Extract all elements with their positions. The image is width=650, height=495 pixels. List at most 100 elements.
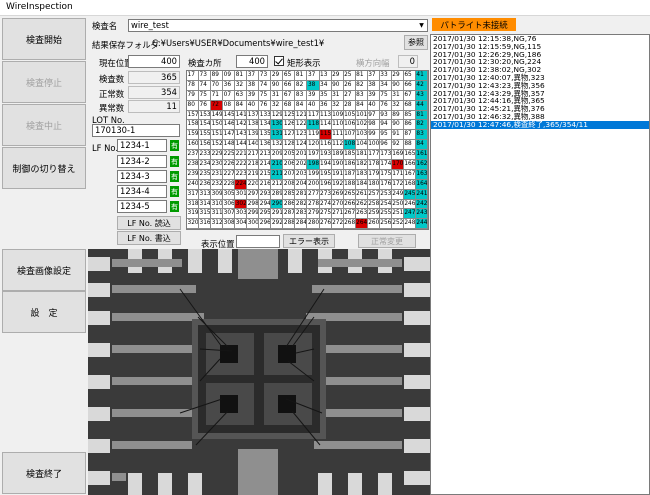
grid-cell[interactable]: 32 — [391, 100, 404, 111]
grid-cell[interactable]: 32 — [235, 80, 248, 91]
grid-cell[interactable]: 254 — [379, 199, 392, 210]
log-item[interactable]: 2017/01/30 12:47:46,検査終了,365/354/11 — [431, 120, 649, 129]
grid-cell[interactable]: 102 — [355, 120, 368, 131]
grid-cell[interactable]: 285 — [283, 189, 296, 200]
grid-cell[interactable]: 320 — [187, 219, 200, 229]
grid-cell[interactable]: 189 — [331, 150, 344, 161]
grid-cell[interactable]: 211 — [271, 169, 284, 180]
image-settings-button[interactable]: 検査画像設定 — [2, 249, 86, 291]
grid-cell[interactable]: 85 — [403, 110, 416, 121]
grid-cell[interactable]: 90 — [331, 80, 344, 91]
grid-cell[interactable]: 104 — [355, 140, 368, 151]
grid-cell[interactable]: 271 — [331, 209, 344, 220]
grid-cell[interactable]: 283 — [295, 209, 308, 220]
grid-cell[interactable]: 97 — [367, 110, 380, 121]
grid-cell[interactable]: 214 — [259, 160, 272, 170]
grid-cell[interactable]: 198 — [307, 160, 320, 170]
grid-cell[interactable]: 302 — [235, 199, 248, 210]
grid-cell[interactable]: 177 — [367, 150, 380, 161]
grid-cell[interactable]: 65 — [283, 71, 296, 81]
grid-cell[interactable]: 291 — [271, 209, 284, 220]
grid-cell[interactable]: 270 — [331, 199, 344, 210]
grid-cell[interactable]: 91 — [391, 130, 404, 141]
grid-cell[interactable]: 124 — [295, 140, 308, 151]
grid-cell[interactable]: 381 — [235, 229, 247, 230]
grid-cell[interactable]: 337 — [368, 229, 380, 230]
grid-cell[interactable]: 25 — [343, 71, 356, 81]
grid-cell[interactable]: 223 — [235, 169, 248, 180]
grid-cell[interactable]: 43 — [415, 90, 428, 101]
grid-cell[interactable]: 107 — [343, 130, 356, 141]
grid-cell[interactable]: 76 — [379, 100, 392, 111]
grid-cell[interactable]: 245 — [403, 189, 416, 200]
grid-cell[interactable]: 246 — [403, 199, 416, 210]
grid-cell[interactable]: 221 — [235, 150, 248, 161]
grid-cell[interactable]: 07 — [223, 90, 236, 101]
grid-cell[interactable]: 264 — [355, 219, 368, 229]
grid-cell[interactable]: 74 — [259, 80, 272, 91]
grid-cell[interactable]: 267 — [343, 209, 356, 220]
grid-cell[interactable]: 08 — [223, 100, 236, 111]
grid-cell[interactable]: 41 — [415, 71, 428, 81]
grid-cell[interactable]: 295 — [259, 209, 272, 220]
grid-cell[interactable]: 70 — [211, 80, 224, 91]
grid-cell[interactable]: 272 — [331, 219, 344, 229]
grid-cell[interactable]: 31 — [271, 90, 284, 101]
grid-cell[interactable]: 66 — [403, 80, 416, 91]
grid-cell[interactable]: 32 — [271, 100, 284, 111]
grid-cell[interactable]: 192 — [331, 179, 344, 190]
grid-cell[interactable]: 369 — [271, 229, 283, 230]
grid-cell[interactable]: 257 — [367, 189, 380, 200]
grid-cell[interactable]: 142 — [235, 120, 248, 131]
grid-cell[interactable]: 174 — [379, 160, 392, 170]
grid-cell[interactable]: 208 — [283, 179, 296, 190]
grid-cell[interactable]: 266 — [343, 199, 356, 210]
grid-cell[interactable]: 121 — [295, 110, 308, 121]
grid-cell[interactable]: 196 — [319, 179, 332, 190]
grid-cell[interactable]: 92 — [391, 140, 404, 151]
grid-cell[interactable]: 108 — [343, 140, 356, 151]
grid-cell[interactable]: 252 — [391, 219, 404, 229]
grid-cell[interactable]: 353 — [320, 229, 332, 230]
grid-cell[interactable]: 159 — [187, 130, 200, 141]
grid-cell[interactable]: 122 — [295, 120, 308, 131]
grid-cell[interactable]: 269 — [331, 189, 344, 200]
grid-cell[interactable]: 90 — [271, 80, 284, 91]
grid-cell[interactable]: 131 — [271, 130, 284, 141]
grid-cell[interactable]: 184 — [355, 179, 368, 190]
grid-cell[interactable]: 75 — [259, 90, 272, 101]
grid-cell[interactable]: 286 — [283, 199, 296, 210]
grid-cell[interactable]: 273 — [319, 189, 332, 200]
grid-cell[interactable]: 235 — [199, 169, 212, 180]
lf-read-button[interactable]: LF No. 読込 — [117, 216, 181, 230]
grid-cell[interactable]: 181 — [355, 150, 368, 161]
grid-cell[interactable]: 81 — [355, 71, 368, 81]
grid-cell[interactable]: 143 — [235, 130, 248, 141]
grid-cell[interactable]: 195 — [319, 169, 332, 180]
grid-cell[interactable]: 36 — [319, 100, 332, 111]
grid-cell[interactable]: 213 — [259, 150, 272, 161]
grid-cell[interactable]: 173 — [379, 150, 392, 161]
grid-cell[interactable]: 82 — [295, 80, 308, 91]
grid-cell[interactable]: 220 — [247, 179, 260, 190]
grid-cell[interactable]: 161 — [415, 150, 428, 161]
grid-cell[interactable]: 63 — [235, 90, 248, 101]
grid-cell[interactable]: 287 — [283, 209, 296, 220]
grid-cell[interactable]: 29 — [331, 71, 344, 81]
grid-cell[interactable]: 17 — [187, 71, 200, 81]
grid-cell[interactable]: 210 — [271, 160, 284, 170]
grid-cell[interactable]: 116 — [319, 140, 332, 151]
grid-cell[interactable]: 234 — [199, 160, 212, 170]
grid-cell[interactable]: 127 — [283, 130, 296, 141]
grid-cell[interactable]: 146 — [223, 120, 236, 131]
grid-cell[interactable]: 83 — [355, 90, 368, 101]
grid-cell[interactable]: 262 — [355, 199, 368, 210]
grid-cell[interactable]: 74 — [199, 80, 212, 91]
normal-change-button[interactable]: 正常変更 — [358, 234, 416, 248]
rect-display-checkbox[interactable] — [274, 56, 284, 66]
grid-cell[interactable]: 215 — [259, 169, 272, 180]
stop-inspection-button[interactable]: 検査停止 — [2, 61, 86, 103]
grid-cell[interactable]: 168 — [403, 179, 416, 190]
grid-cell[interactable]: 249 — [391, 189, 404, 200]
grid-cell[interactable]: 71 — [211, 90, 224, 101]
